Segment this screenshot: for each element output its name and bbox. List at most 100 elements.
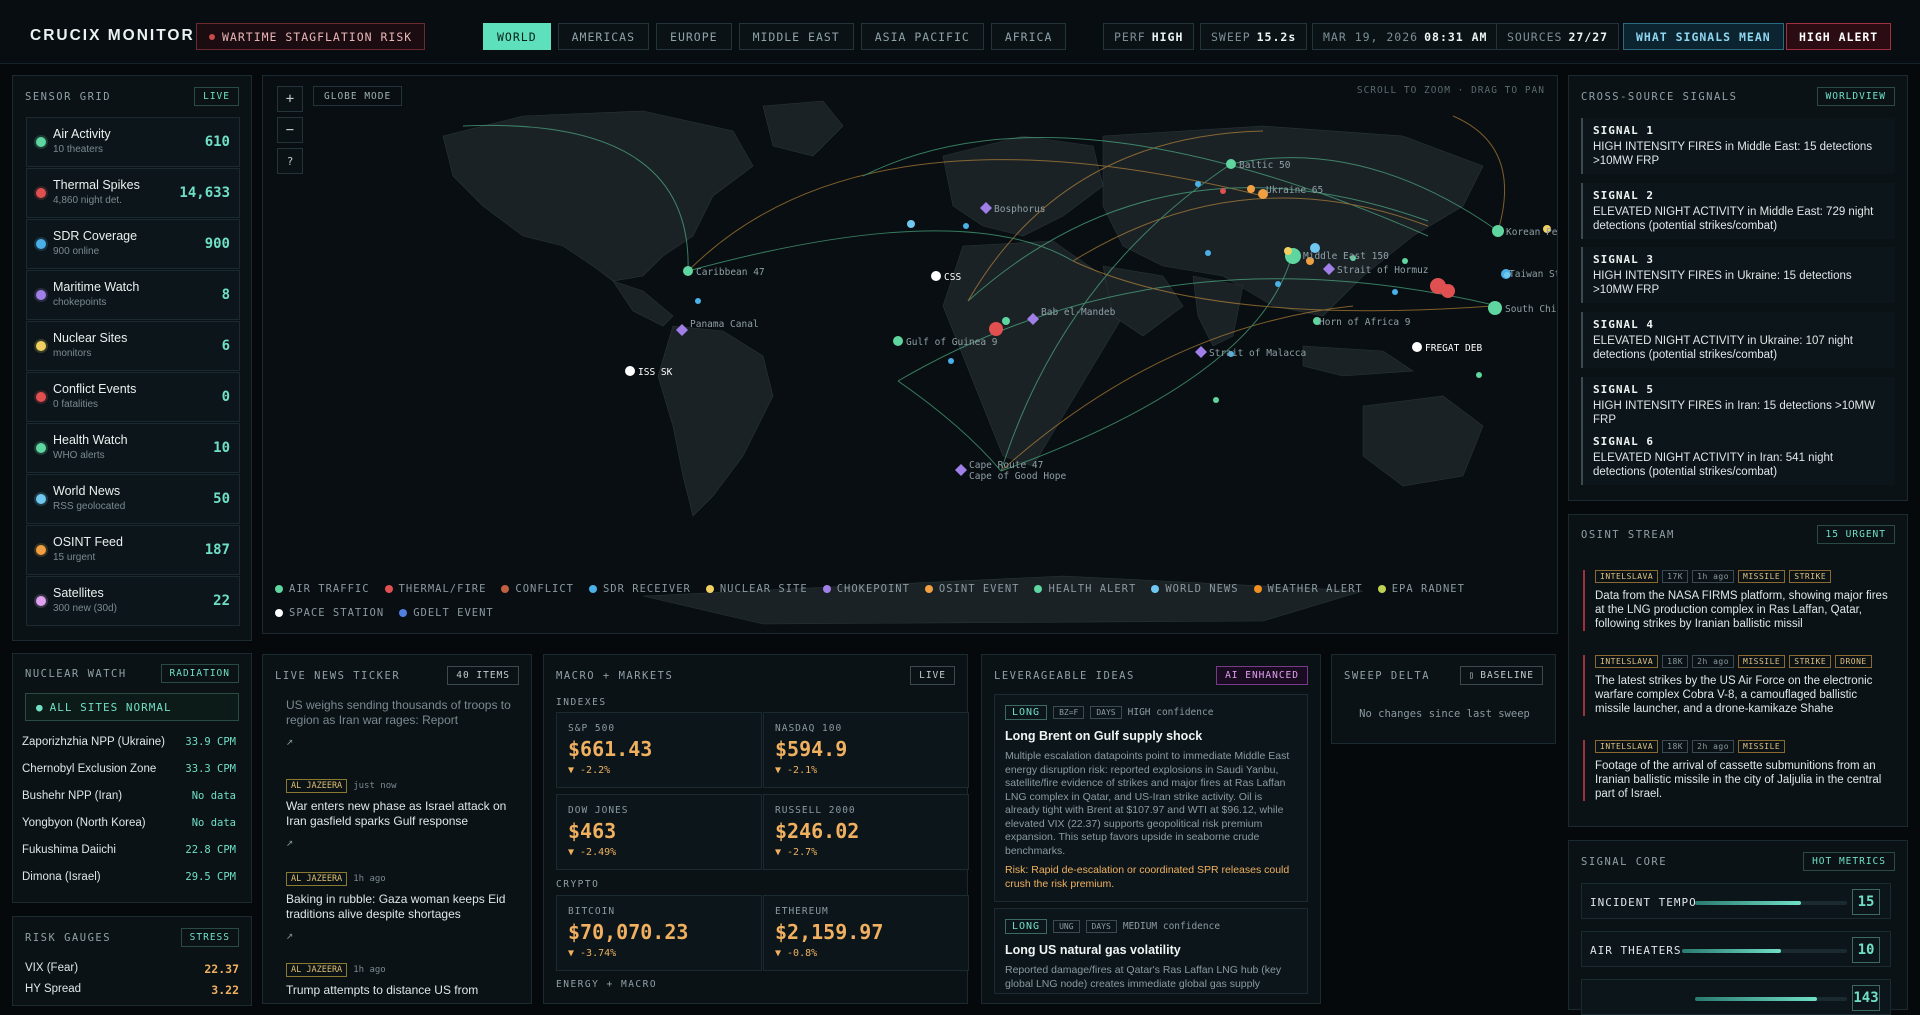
sensor-item[interactable]: Nuclear Sites monitors 6: [26, 321, 240, 371]
signal-item[interactable]: SIGNAL 5 HIGH INTENSITY FIRES in Iran: 15…: [1581, 377, 1895, 433]
market-tile[interactable]: DOW JONES $463 ▼ -2.49%: [556, 794, 762, 870]
world-map[interactable]: Baltic 50 Ukraine 65 Bosphorus Caribbean…: [263, 76, 1558, 634]
sensor-item[interactable]: Conflict Events 0 fatalities 0: [26, 372, 240, 422]
map-label: Horn of Africa 9: [1319, 317, 1411, 328]
idea-title: Long Brent on Gulf supply shock: [1005, 729, 1203, 743]
signal-item[interactable]: SIGNAL 1 HIGH INTENSITY FIRES in Middle E…: [1581, 118, 1895, 174]
zoom-in-button[interactable]: +: [277, 86, 303, 112]
news-item[interactable]: AL JAZEERA 1h ago Trump attempts to distan…: [286, 957, 516, 998]
signal-item[interactable]: SIGNAL 4 ELEVATED NIGHT ACTIVITY in Ukrai…: [1581, 312, 1895, 368]
tab-americas[interactable]: AMERICAS: [557, 23, 650, 50]
legend-dot-icon: [822, 585, 831, 593]
source-chip: INTELSLAVA: [1595, 570, 1659, 583]
news-item-fragment[interactable]: US weighs sending thousands of troops to…: [286, 698, 516, 728]
legend-item[interactable]: CHOKEPOINT: [822, 583, 910, 595]
tab-world[interactable]: WORLD: [483, 23, 551, 50]
tab-middle-east[interactable]: MIDDLE EAST: [738, 23, 854, 50]
sweep-title: SWEEP DELTA: [1344, 670, 1431, 682]
map-help-button[interactable]: ?: [277, 148, 303, 174]
market-tile[interactable]: S&P 500 $661.43 ▼ -2.2%: [556, 712, 762, 788]
signal-title: SIGNAL 4: [1593, 318, 1654, 331]
baseline-badge[interactable]: ▯ BASELINE: [1459, 666, 1543, 685]
sensor-item[interactable]: Health Watch WHO alerts 10: [26, 423, 240, 473]
idea-card[interactable]: LONG UNG DAYS MEDIUM confidence Long US natu…: [994, 908, 1308, 994]
signal-title: SIGNAL 3: [1593, 253, 1654, 266]
legend-item[interactable]: AIR TRAFFIC: [275, 583, 370, 595]
crypto-tile[interactable]: BITCOIN $70,070.23 ▼ -3.74%: [556, 895, 762, 971]
legend-item[interactable]: CONFLICT: [501, 583, 574, 595]
market-tile[interactable]: RUSSELL 2000 $246.02 ▼ -2.7%: [763, 794, 969, 870]
sensor-item[interactable]: SDR Coverage 900 online 900: [26, 219, 240, 269]
status-dot-icon: [36, 494, 46, 504]
external-link-icon[interactable]: ↗: [286, 835, 516, 849]
nuclear-site-row[interactable]: Yongbyon (North Korea) No data: [22, 817, 236, 829]
legend-item[interactable]: HEALTH ALERT: [1034, 583, 1136, 595]
sensor-item[interactable]: OSINT Feed 15 urgent 187: [26, 525, 240, 575]
osint-item[interactable]: INTELSLAVA 17K 1h ago MISSILE STRIKE Data fro…: [1583, 570, 1893, 631]
osint-item[interactable]: INTELSLAVA 18K 2h ago MISSILE STRIKE DRONE The…: [1583, 655, 1893, 716]
external-link-icon[interactable]: ↗: [286, 734, 293, 748]
legend-item[interactable]: OSINT EVENT: [924, 583, 1020, 595]
globe-mode-button[interactable]: GLOBE MODE: [313, 86, 403, 106]
risk-gauges-badge: STRESS: [180, 928, 239, 947]
space-station-marker: [931, 271, 941, 281]
health-marker: [1402, 258, 1408, 264]
nuclear-site-row[interactable]: Dimona (Israel) 29.5 CPM: [22, 871, 236, 883]
sensor-name: SDR Coverage: [53, 229, 138, 243]
sensor-item[interactable]: World News RSS geolocated 50: [26, 474, 240, 524]
tab-europe[interactable]: EUROPE: [656, 23, 732, 50]
legend-dot-icon: [588, 585, 597, 593]
fire-marker: [1220, 188, 1226, 194]
tab-asia-pacific[interactable]: ASIA PACIFIC: [860, 23, 984, 50]
core-metric[interactable]: AIR THEATERS 10: [1581, 931, 1891, 967]
nuclear-site-row[interactable]: Chernobyl Exclusion Zone 33.3 CPM: [22, 763, 236, 775]
crypto-tile[interactable]: ETHEREUM $2,159.97 ▼ -0.8%: [763, 895, 969, 971]
sensor-item[interactable]: Thermal Spikes 4,860 night det. 14,633: [26, 168, 240, 218]
signal-item[interactable]: SIGNAL 6 ELEVATED NIGHT ACTIVITY in Iran:…: [1581, 429, 1895, 485]
zoom-out-button[interactable]: −: [277, 117, 303, 143]
world-map-panel[interactable]: Baltic 50 Ukraine 65 Bosphorus Caribbean…: [262, 75, 1558, 634]
sensor-value: 610: [204, 134, 230, 150]
sensor-item[interactable]: Air Activity 10 theaters 610: [26, 117, 240, 167]
signal-item[interactable]: SIGNAL 3 HIGH INTENSITY FIRES in Ukraine:…: [1581, 247, 1895, 303]
high-alert-button[interactable]: HIGH ALERT: [1786, 23, 1892, 50]
core-metric[interactable]: 143: [1581, 979, 1891, 1015]
sensor-item[interactable]: Satellites 300 new (30d) 22: [26, 576, 240, 626]
nuclear-site-row[interactable]: Bushehr NPP (Iran) No data: [22, 790, 236, 802]
core-metric[interactable]: INCIDENT TEMPO 15: [1581, 883, 1891, 919]
sdr-marker: [948, 358, 954, 364]
signals-help-button[interactable]: WHAT SIGNALS MEAN: [1623, 23, 1784, 50]
news-item[interactable]: AL JAZEERA 1h ago Baking in rubble: Gaza w…: [286, 866, 516, 942]
site-name: Yongbyon (North Korea): [22, 817, 146, 829]
tab-africa[interactable]: AFRICA: [990, 23, 1067, 50]
air-marker: [893, 336, 903, 346]
signal-item[interactable]: SIGNAL 2 ELEVATED NIGHT ACTIVITY in Middl…: [1581, 183, 1895, 239]
legend-item[interactable]: GDELT EVENT: [399, 607, 494, 619]
osint-item[interactable]: INTELSLAVA 18K 2h ago MISSILE Footage of the…: [1583, 740, 1893, 801]
sensor-item[interactable]: Maritime Watch chokepoints 8: [26, 270, 240, 320]
external-link-icon[interactable]: ↗: [286, 928, 516, 942]
nuclear-site-row[interactable]: Zaporizhzhia NPP (Ukraine) 33.9 CPM: [22, 736, 236, 748]
sdr-marker: [1195, 181, 1201, 187]
legend-item[interactable]: WORLD NEWS: [1151, 583, 1238, 595]
risk-badge[interactable]: WARTIME STAGFLATION RISK: [196, 23, 426, 50]
legend-item[interactable]: SDR RECEIVER: [588, 583, 691, 595]
sensor-grid-panel: SENSOR GRID LIVE Air Activity 10 theaters…: [12, 75, 252, 641]
idea-card[interactable]: LONG BZ=F DAYS HIGH confidence Long Brent on…: [994, 694, 1308, 902]
news-item[interactable]: AL JAZEERA just now War enters new phase a…: [286, 773, 516, 849]
site-reading: No data: [191, 790, 236, 802]
signal-core-title: SIGNAL CORE: [1581, 856, 1668, 868]
market-tile[interactable]: NASDAQ 100 $594.9 ▼ -2.1%: [763, 712, 969, 788]
status-dot-icon: [36, 341, 46, 351]
legend-dot-icon: [1377, 585, 1386, 593]
legend-item[interactable]: THERMAL/FIRE: [384, 583, 487, 595]
sensor-grid-title: SENSOR GRID: [25, 91, 112, 103]
sensor-sub: 10 theaters: [53, 144, 104, 155]
legend-item[interactable]: WEATHER ALERT: [1253, 583, 1363, 595]
legend-item[interactable]: SPACE STATION: [275, 607, 384, 619]
energy-label: ENERGY + MACRO: [556, 979, 658, 990]
perf-stat[interactable]: PERF HIGH: [1103, 23, 1195, 50]
legend-item[interactable]: NUCLEAR SITE: [705, 583, 808, 595]
legend-item[interactable]: EPA RADNET: [1377, 583, 1465, 595]
nuclear-site-row[interactable]: Fukushima Daiichi 22.8 CPM: [22, 844, 236, 856]
